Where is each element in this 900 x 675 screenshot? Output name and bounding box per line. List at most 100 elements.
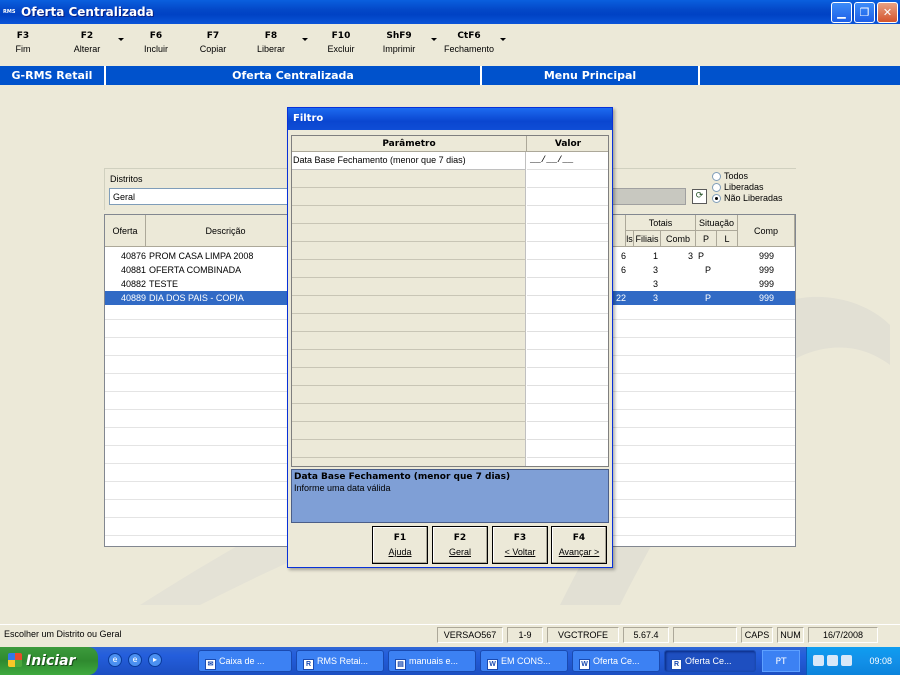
- media-player-icon[interactable]: ▸: [148, 653, 162, 667]
- clock[interactable]: 09:08: [869, 647, 892, 675]
- language-indicator[interactable]: PT: [762, 650, 800, 672]
- cell-descricao: OFERTA COMBINADA: [149, 265, 242, 275]
- taskbar-item-oferta-rms[interactable]: R Oferta Ce...: [664, 650, 756, 672]
- mail-icon: ✉: [205, 659, 216, 670]
- button-label: < Voltar: [504, 547, 536, 557]
- refresh-icon[interactable]: ⟳: [692, 189, 707, 204]
- empty-parameter-row: [292, 170, 608, 188]
- volume-icon[interactable]: [827, 655, 838, 666]
- button-label: Incluir: [143, 44, 168, 54]
- parameter-row[interactable]: Data Base Fechamento (menor que 7 dias) …: [292, 152, 608, 170]
- toolbar-button-alterar[interactable]: F2 Alterar: [64, 31, 110, 54]
- radio-label: Liberadas: [724, 182, 764, 192]
- empty-parameter-row: [292, 314, 608, 332]
- close-button[interactable]: ✕: [877, 2, 898, 23]
- toolbar-button-excluir[interactable]: F10 Excluir: [318, 31, 364, 54]
- empty-parameter-row: [292, 278, 608, 296]
- taskbar-item-em-cons[interactable]: W EM CONS...: [480, 650, 568, 672]
- header-bar: G-RMS Retail Oferta Centralizada Menu Pr…: [0, 66, 900, 85]
- key-label: ShF9: [386, 31, 412, 41]
- window-titlebar[interactable]: RMS Oferta Centralizada ▁ ❐ ✕: [0, 0, 900, 24]
- cell-oferta: 40881: [120, 265, 146, 275]
- cell-descricao: TESTE: [149, 279, 179, 289]
- radio-dot[interactable]: [712, 183, 721, 192]
- button-label: Alterar: [73, 44, 101, 54]
- internet-explorer-icon[interactable]: e: [108, 653, 122, 667]
- minimize-button[interactable]: ▁: [831, 2, 852, 23]
- distrito-input[interactable]: Geral: [109, 188, 289, 205]
- col-filiais[interactable]: Filiais: [634, 231, 661, 247]
- radio-todos[interactable]: Todos: [712, 171, 783, 182]
- toolbar-button-imprimir[interactable]: ShF9 Imprimir: [376, 31, 422, 54]
- network-icon[interactable]: [813, 655, 824, 666]
- radio-nao-liberadas[interactable]: Não Liberadas: [712, 193, 783, 204]
- task-label: EM CONS...: [501, 656, 551, 666]
- taskbar: Iniciar e e ▸ ✉ Caixa de ... R RMS Retai..…: [0, 647, 900, 675]
- task-label: Oferta Ce...: [593, 656, 640, 666]
- parameter-table[interactable]: Parâmetro Valor Data Base Fechamento (me…: [291, 135, 609, 467]
- col-oferta[interactable]: Oferta: [105, 215, 146, 247]
- key-label: F2: [80, 31, 94, 41]
- taskbar-item-manuais[interactable]: ▤ manuais e...: [388, 650, 476, 672]
- folder-icon: ▤: [395, 659, 406, 670]
- toolbar-button-fim[interactable]: F3 Fim: [0, 31, 46, 54]
- col-p[interactable]: P: [696, 231, 717, 247]
- status-empty: [673, 627, 737, 643]
- toolbar-button-incluir[interactable]: F6 Incluir: [133, 31, 179, 54]
- parameter-value-input[interactable]: __/__/__: [527, 152, 608, 170]
- toolbar-button-copiar[interactable]: F7 Copiar: [190, 31, 236, 54]
- empty-parameter-row: [292, 296, 608, 314]
- dialog-title[interactable]: Filtro: [288, 108, 612, 130]
- browser-icon[interactable]: e: [128, 653, 142, 667]
- col-comp[interactable]: Comp: [738, 215, 795, 247]
- start-button[interactable]: Iniciar: [0, 647, 98, 675]
- button-label: Geral: [448, 547, 471, 557]
- col-parametro: Parâmetro: [292, 136, 527, 152]
- task-label: Caixa de ...: [219, 656, 265, 666]
- cell-oferta: 40889: [120, 293, 146, 303]
- col-ls[interactable]: ls: [626, 231, 634, 247]
- cell-descricao: DIA DOS PAIS - COPIA: [149, 293, 244, 303]
- toolbar: F3 Fim F2 Alterar F6 Incluir F7 Copiar F…: [0, 24, 900, 66]
- ajuda-button[interactable]: F1 Ajuda: [372, 526, 428, 564]
- chevron-down-icon[interactable]: [500, 38, 506, 41]
- help-panel: Data Base Fechamento (menor que 7 dias) …: [291, 469, 609, 523]
- taskbar-item-oferta-word[interactable]: W Oferta Ce...: [572, 650, 660, 672]
- voltar-button[interactable]: F3 < Voltar: [492, 526, 548, 564]
- key-label: CtF6: [457, 31, 481, 41]
- chevron-down-icon[interactable]: [118, 38, 124, 41]
- window-title: Oferta Centralizada: [21, 5, 154, 19]
- chevron-down-icon[interactable]: [302, 38, 308, 41]
- radio-dot[interactable]: [712, 194, 721, 203]
- radio-dot[interactable]: [712, 172, 721, 181]
- chevron-down-icon[interactable]: [431, 38, 437, 41]
- empty-parameter-row: [292, 224, 608, 242]
- restore-button[interactable]: ❐: [854, 2, 875, 23]
- cell-p: P: [705, 293, 712, 303]
- col-valor: Valor: [527, 136, 608, 152]
- button-label: Imprimir: [382, 44, 416, 54]
- taskbar-item-rms[interactable]: R RMS Retai...: [296, 650, 384, 672]
- empty-parameter-row: [292, 368, 608, 386]
- avancar-button[interactable]: F4 Avançar >: [551, 526, 607, 564]
- radio-liberadas[interactable]: Liberadas: [712, 182, 783, 193]
- col-totais: Totais: [626, 215, 696, 231]
- toolbar-button-liberar[interactable]: F8 Liberar: [248, 31, 294, 54]
- empty-parameter-row: [292, 260, 608, 278]
- empty-parameter-row: [292, 242, 608, 260]
- col-l[interactable]: L: [717, 231, 738, 247]
- key-label: F7: [206, 31, 220, 41]
- col-situacao: Situação: [696, 215, 738, 231]
- key-label: F10: [331, 31, 351, 41]
- radio-label: Todos: [724, 171, 749, 181]
- col-descricao[interactable]: Descrição: [146, 215, 306, 247]
- rms-icon: R: [671, 659, 682, 670]
- security-icon[interactable]: [841, 655, 852, 666]
- taskbar-item-caixa[interactable]: ✉ Caixa de ...: [198, 650, 292, 672]
- col-comb[interactable]: Comb: [661, 231, 696, 247]
- toolbar-button-fechamento[interactable]: CtF6 Fechamento: [444, 31, 494, 54]
- cell-p: P: [698, 251, 705, 261]
- main-menu-link[interactable]: Menu Principal: [482, 66, 700, 85]
- geral-button[interactable]: F2 Geral: [432, 526, 488, 564]
- cell-filiais: 3: [652, 265, 658, 275]
